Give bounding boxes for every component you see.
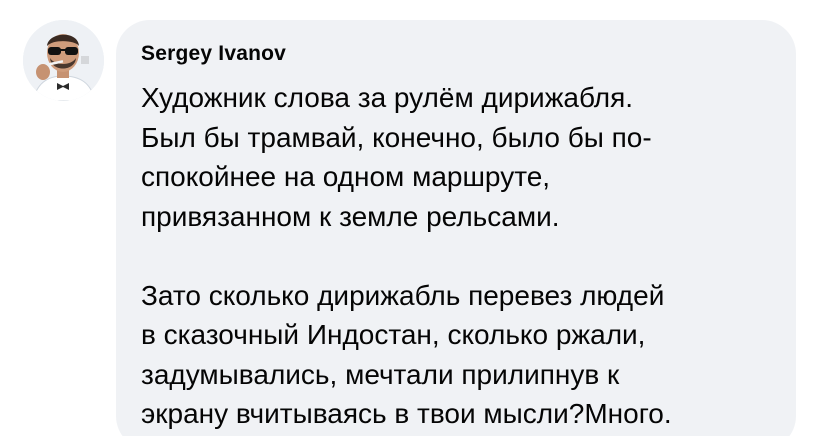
comment-text: Художник слова за рулём дирижабля. Был б…	[141, 78, 781, 434]
user-avatar-icon	[23, 20, 104, 101]
comment-text-line: задумывались, мечтали прилипнув к	[141, 358, 620, 390]
comment-item: Sergey Ivanov Художник слова за рулём ди…	[0, 0, 828, 436]
comment-text-line: в сказочный Индостан, сколько ржали,	[141, 319, 646, 350]
avatar[interactable]	[23, 20, 104, 101]
comment-text-line: привязанном к земле рельсами.	[141, 200, 560, 232]
comment-text-line: Был бы трамвай, конечно, было бы по-	[141, 121, 652, 153]
comment-text-line: Художник слова за рулём дирижабля.	[141, 82, 634, 113]
comment-text-line: спокойнее на одном маршруте,	[141, 161, 551, 192]
comment-text-line: Зато сколько дирижабль перевез людей	[141, 279, 665, 311]
comment-author-name[interactable]: Sergey Ivanov	[141, 42, 286, 66]
comment-text-line: экрану вчитываясь в твои мысли?Много.	[141, 398, 672, 429]
